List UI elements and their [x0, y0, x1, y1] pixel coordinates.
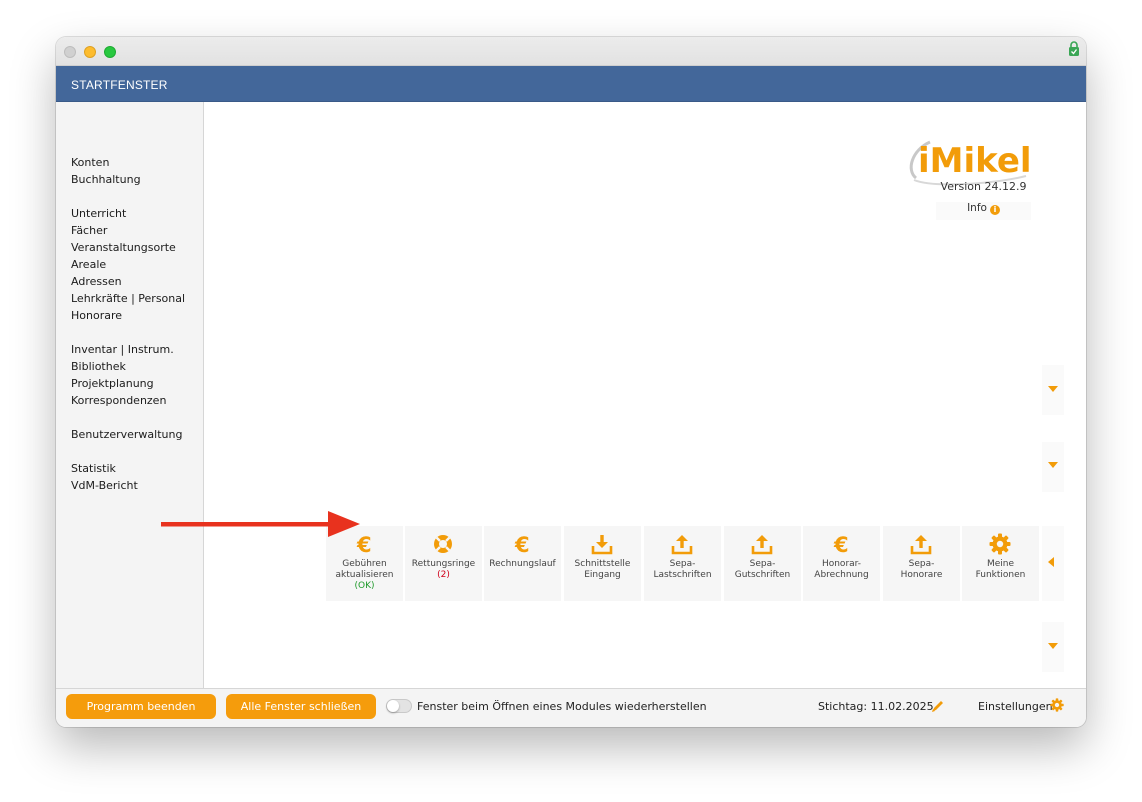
close-window-button[interactable]	[64, 46, 76, 58]
quit-program-button[interactable]: Programm beenden	[66, 694, 216, 719]
sidebar-item-bibliothek[interactable]: Bibliothek	[71, 358, 174, 375]
gear-icon[interactable]	[1050, 698, 1064, 712]
sidebar-item-projektplanung[interactable]: Projektplanung	[71, 375, 174, 392]
nav-group-teaching: Unterricht Fächer Veranstaltungsorte Are…	[71, 205, 185, 324]
tile-status: (OK)	[354, 581, 375, 591]
svg-text:€: €	[833, 533, 849, 555]
tile-honorar-abrechnung[interactable]: € Honorar- Abrechnung	[803, 526, 880, 601]
upload-icon	[910, 535, 932, 555]
sidebar-item-benutzerverwaltung[interactable]: Benutzerverwaltung	[71, 426, 182, 443]
tile-label: Gebühren	[342, 559, 387, 569]
lifebuoy-icon	[434, 535, 452, 553]
sidebar-item-faecher[interactable]: Fächer	[71, 222, 185, 239]
tile-label: Meine	[986, 559, 1015, 569]
chevron-down-icon	[1048, 462, 1058, 468]
tile-label: Schnittstelle	[574, 559, 631, 569]
chevron-left-icon	[1048, 557, 1054, 567]
header-title: STARTFENSTER	[71, 78, 168, 92]
nav-group-reports: Statistik VdM-Bericht	[71, 460, 138, 494]
tile-label: Sepa-	[749, 559, 776, 569]
pencil-icon[interactable]	[931, 699, 945, 713]
nav-group-finance: Konten Buchhaltung	[71, 154, 141, 188]
restore-windows-toggle[interactable]	[386, 699, 412, 713]
sidebar-item-adressen[interactable]: Adressen	[71, 273, 185, 290]
sidebar-item-statistik[interactable]: Statistik	[71, 460, 138, 477]
annotation-arrow-icon	[161, 511, 360, 537]
restore-windows-label: Fenster beim Öffnen eines Modules wieder…	[417, 700, 707, 713]
maximize-window-button[interactable]	[104, 46, 116, 58]
collapse-toggle-3[interactable]	[1042, 622, 1064, 672]
toggle-knob	[387, 700, 399, 712]
svg-text:iMikel: iMikel	[918, 141, 1032, 181]
tile-meine-funktionen[interactable]: Meine Funktionen	[962, 526, 1039, 601]
settings-button[interactable]: Einstellungen	[978, 700, 1053, 713]
tiles-collapse-toggle[interactable]	[1042, 526, 1064, 601]
tile-label-2: Lastschriften	[653, 570, 712, 580]
euro-icon: €	[514, 533, 530, 555]
tile-label: Sepa-	[908, 559, 935, 569]
tile-label-2: Eingang	[584, 570, 621, 580]
logo-area: iMikel Version 24.12.9 Info i	[904, 132, 1044, 220]
version-label: Version 24.12.9	[940, 180, 1027, 193]
tile-label-2: aktualisieren	[335, 570, 394, 580]
tile-label: Rettungsringe	[411, 559, 476, 569]
download-icon	[591, 535, 613, 555]
collapse-toggle-2[interactable]	[1042, 442, 1064, 492]
gear-icon	[989, 533, 1011, 555]
svg-text:€: €	[514, 533, 530, 555]
lock-icon	[1069, 41, 1079, 56]
title-bar	[56, 37, 1086, 66]
chevron-down-icon	[1048, 643, 1058, 649]
tile-sepa-lastschriften[interactable]: Sepa- Lastschriften	[644, 526, 721, 601]
sidebar-item-unterricht[interactable]: Unterricht	[71, 205, 185, 222]
minimize-window-button[interactable]	[84, 46, 96, 58]
footer-bar: Programm beenden Alle Fenster schließen …	[56, 688, 1086, 727]
sidebar-item-inventar[interactable]: Inventar | Instrum.	[71, 341, 174, 358]
upload-icon	[671, 535, 693, 555]
sidebar-item-vdm-bericht[interactable]: VdM-Bericht	[71, 477, 138, 494]
tile-sepa-gutschriften[interactable]: Sepa- Gutschriften	[724, 526, 801, 601]
tile-label-2: Honorare	[900, 570, 943, 580]
collapse-toggle-1[interactable]	[1042, 365, 1064, 415]
tile-status: (2)	[437, 570, 450, 580]
tile-label-2: Funktionen	[975, 570, 1026, 580]
tile-rechnungslauf[interactable]: € Rechnungslauf	[484, 526, 561, 601]
nav-group-resources: Inventar | Instrum. Bibliothek Projektpl…	[71, 341, 174, 409]
nav-group-users: Benutzerverwaltung	[71, 426, 182, 443]
stichtag-date: Stichtag: 11.02.2025	[818, 700, 934, 713]
sidebar-item-veranstaltungsorte[interactable]: Veranstaltungsorte	[71, 239, 185, 256]
sidebar-item-lehrkraefte[interactable]: Lehrkräfte | Personal	[71, 290, 185, 307]
close-all-windows-button[interactable]: Alle Fenster schließen	[226, 694, 376, 719]
tile-sepa-honorare[interactable]: Sepa- Honorare	[883, 526, 960, 601]
info-icon: i	[989, 205, 1000, 215]
sidebar-item-konten[interactable]: Konten	[71, 154, 141, 171]
sidebar: Konten Buchhaltung Unterricht Fächer Ver…	[56, 102, 204, 688]
app-window: STARTFENSTER Konten Buchhaltung Unterric…	[56, 37, 1086, 727]
chevron-down-icon	[1048, 386, 1058, 392]
upload-icon	[751, 535, 773, 555]
tile-label-2: Abrechnung	[814, 570, 869, 580]
tile-label: Honorar-	[821, 559, 862, 569]
euro-icon: €	[833, 533, 849, 555]
tile-label-2: Gutschriften	[734, 570, 791, 580]
main-area: iMikel Version 24.12.9 Info i € Gebühren a…	[204, 102, 1086, 688]
info-button[interactable]: Info i	[936, 202, 1031, 220]
sidebar-item-honorare[interactable]: Honorare	[71, 307, 185, 324]
sidebar-item-korrespondenzen[interactable]: Korrespondenzen	[71, 392, 174, 409]
tile-schnittstelle-eingang[interactable]: Schnittstelle Eingang	[564, 526, 641, 601]
sidebar-item-buchhaltung[interactable]: Buchhaltung	[71, 171, 141, 188]
info-label: Info	[967, 202, 987, 214]
tile-label: Sepa-	[669, 559, 696, 569]
sidebar-item-areale[interactable]: Areale	[71, 256, 185, 273]
tile-label: Rechnungslauf	[489, 559, 556, 569]
window-header: STARTFENSTER	[56, 66, 1086, 102]
